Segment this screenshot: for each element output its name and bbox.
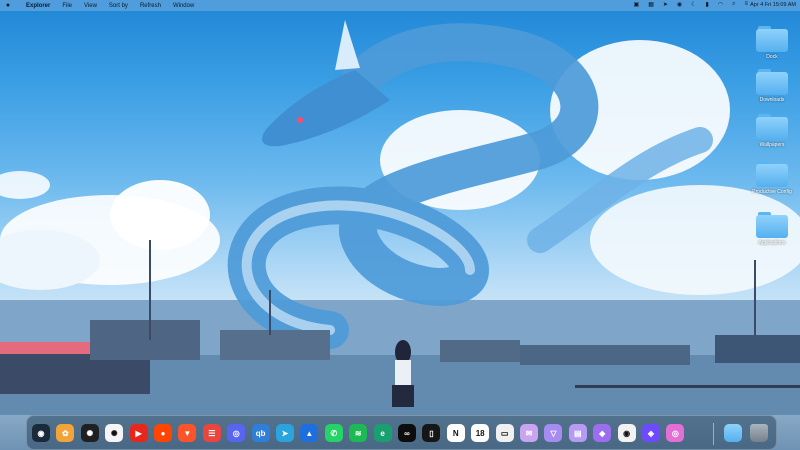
menubar-clock[interactable]: Apr 4 Fri 15:09 AM: [750, 2, 796, 8]
folder-label: Productive Config: [752, 189, 792, 195]
desktop-folder-dock[interactable]: Dock: [752, 26, 792, 60]
dock-icon-discord[interactable]: ◎: [227, 424, 246, 442]
dock-icon-shortcuts[interactable]: ◆: [593, 424, 612, 442]
menu-view[interactable]: View: [84, 3, 97, 9]
dock: ◉ ✿ ✺ ✺ ▶ ● ▼ ☰ ◎ qb ➤ ▲ ✆ ≋ e ∞ ▯ N 18 ▭ ✉ ▽ ▤ ◆ ◉ ◈ ◎: [26, 415, 777, 450]
menu-app-name[interactable]: Explorer: [26, 3, 50, 9]
grid-icon[interactable]: ▦: [648, 1, 654, 8]
dock-icon-spotify[interactable]: ≋: [349, 424, 368, 442]
folder-label: Downloads: [759, 97, 785, 103]
dock-icon-files[interactable]: ▤: [568, 424, 587, 442]
desktop-wallpaper: [0, 0, 800, 450]
dock-icon-trash[interactable]: [750, 424, 768, 442]
dock-icon-edge[interactable]: e: [373, 424, 392, 442]
dock-icon-chatgpt[interactable]: ✺: [105, 424, 124, 442]
dock-icon-proton-vpn[interactable]: ◈: [642, 424, 660, 442]
battery-icon[interactable]: ▮: [706, 1, 709, 8]
dock-icon-telegram[interactable]: ➤: [276, 424, 294, 442]
dock-icon-notch[interactable]: ▯: [422, 424, 441, 442]
dock-icon-whatsapp[interactable]: ✆: [324, 424, 343, 442]
folder-label: Applications: [758, 240, 786, 246]
control-center-icon[interactable]: ≡: [744, 1, 748, 8]
moon-icon[interactable]: ☾: [691, 1, 696, 8]
folder-label: Dock: [766, 54, 778, 60]
menu-sort-by[interactable]: Sort by: [109, 3, 128, 9]
desktop-folder-wallpapers[interactable]: Wallpapers: [752, 114, 792, 148]
send-icon[interactable]: ➤: [663, 1, 668, 8]
desktop-folder-downloads[interactable]: Downloads: [752, 69, 792, 103]
dock-icon-arc[interactable]: ◎: [666, 424, 685, 442]
dock-icon-linear[interactable]: ∞: [398, 424, 416, 442]
desktop-folder-applications[interactable]: Applications: [752, 212, 792, 246]
folder-icon: [756, 161, 788, 187]
menu-file[interactable]: File: [62, 3, 72, 9]
folder-icon: [756, 114, 788, 140]
menu-window[interactable]: Window: [173, 3, 194, 9]
dock-icon-dragon-app[interactable]: ◉: [32, 424, 50, 442]
menu-refresh[interactable]: Refresh: [140, 3, 161, 9]
wifi-icon[interactable]: ◠: [718, 1, 723, 8]
dock-icon-brave[interactable]: ▼: [178, 424, 197, 442]
dock-icon-navigation[interactable]: ▲: [300, 424, 319, 442]
dock-icon-vector[interactable]: ▽: [544, 424, 563, 442]
dock-icon-mail[interactable]: ✉: [520, 424, 538, 442]
dock-icon-tasks[interactable]: ☰: [202, 424, 221, 442]
menu-bar: ● Explorer File View Sort by Refresh Win…: [0, 0, 800, 11]
dock-icon-youtube[interactable]: ▶: [129, 424, 148, 442]
dock-icon-downloads-folder[interactable]: [724, 424, 742, 442]
folder-icon: [756, 26, 788, 52]
folder-label: Wallpapers: [759, 142, 785, 148]
dock-icon-notion[interactable]: N: [446, 424, 465, 442]
dragon-scene-illustration: [0, 20, 800, 415]
folder-icon: [756, 69, 788, 95]
dock-icon-photos[interactable]: ✿: [56, 424, 75, 442]
desktop-folder-productive-config[interactable]: Productive Config: [752, 161, 792, 195]
dock-icon-chrome[interactable]: ◉: [617, 424, 636, 442]
folder-icon: [756, 212, 788, 238]
dock-icon-calendar[interactable]: 18: [471, 424, 490, 442]
apple-logo-icon[interactable]: ●: [4, 2, 12, 9]
dock-separator: [713, 423, 714, 445]
dock-icon-reddit[interactable]: ●: [154, 424, 172, 442]
dock-icon-finder-window[interactable]: ▭: [495, 424, 514, 442]
dock-icon-qbittorrent[interactable]: qb: [251, 424, 270, 442]
screen-icon[interactable]: ▣: [634, 1, 640, 8]
status-icons: ▣ ▦ ➤ ◉ ☾ ▮ ◠ ⌕ ≡: [634, 1, 748, 8]
dock-icon-chatgpt-alt[interactable]: ✺: [80, 424, 99, 442]
location-icon[interactable]: ◉: [677, 1, 682, 8]
search-icon[interactable]: ⌕: [732, 1, 735, 8]
